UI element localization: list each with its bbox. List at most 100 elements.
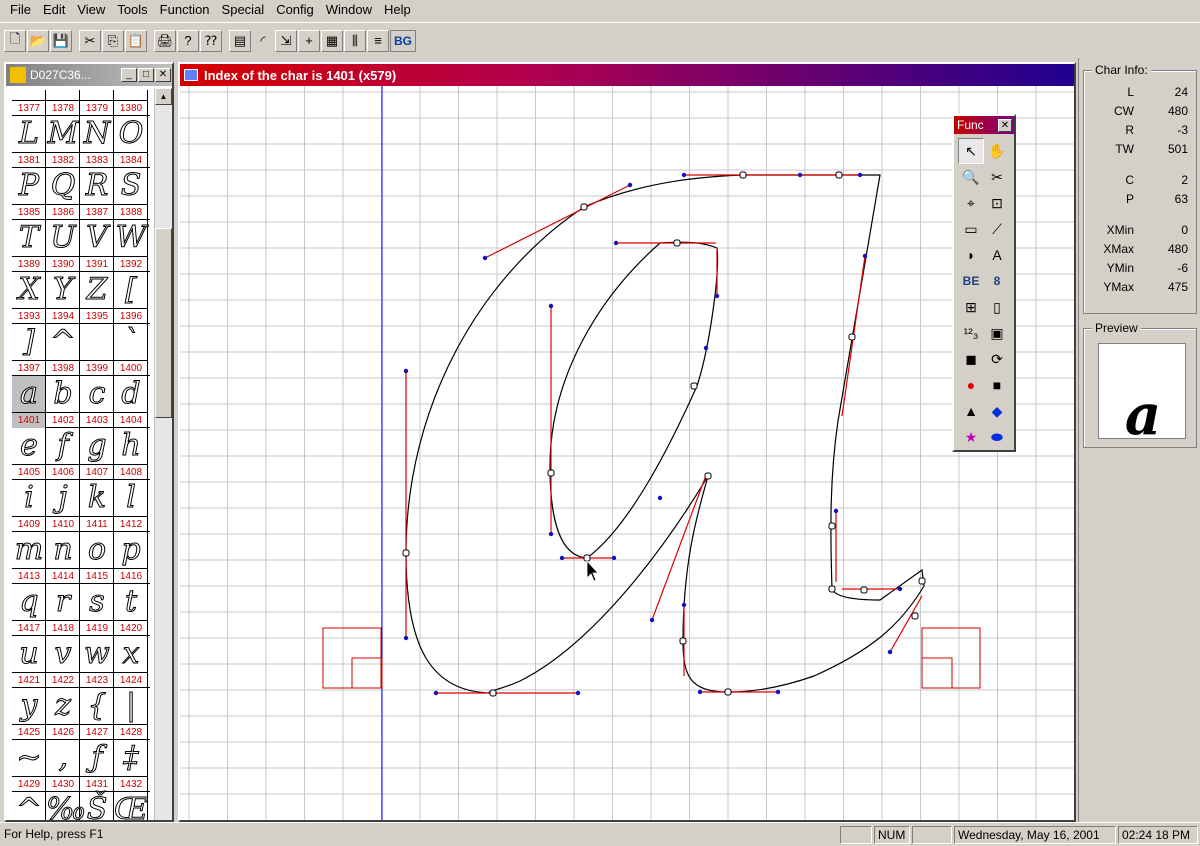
glyph-cell[interactable]: f 1406 xyxy=(46,428,80,480)
glyph-cell[interactable]: y 1425 xyxy=(12,688,46,740)
scroll-thumb[interactable] xyxy=(155,228,172,418)
func-tool-8[interactable]: 8 xyxy=(984,268,1010,294)
copy-icon[interactable]: ⎘ xyxy=(102,29,124,52)
paste-icon[interactable]: 📋 xyxy=(125,29,147,52)
glyph-cell[interactable]: {1427 xyxy=(80,688,114,740)
glyph-cell[interactable]: | 1428 xyxy=(114,688,148,740)
magenta-star-icon[interactable]: ★ xyxy=(958,424,984,450)
editor-titlebar[interactable]: Index of the char is 1401 (x579) xyxy=(180,64,1074,86)
glyph-cell[interactable]: T 1389 xyxy=(12,220,46,272)
blue-ellipse-icon[interactable]: ⬬ xyxy=(984,424,1010,450)
func-palette-titlebar[interactable]: Func ✕ xyxy=(954,116,1014,134)
glyph-cell[interactable]: q 1417 xyxy=(12,584,46,636)
hand-icon[interactable]: ✋ xyxy=(984,138,1010,164)
menu-window[interactable]: Window xyxy=(320,1,378,19)
transform-icon[interactable]: ⇲ xyxy=(275,29,297,52)
add-point-icon[interactable]: ⌖ xyxy=(958,190,984,216)
glyph-cell[interactable]: i 1409 xyxy=(12,480,46,532)
menu-config[interactable]: Config xyxy=(270,1,320,19)
menu-edit[interactable]: Edit xyxy=(37,1,71,19)
glyph-cell[interactable]: ^ 1398 xyxy=(46,324,80,376)
glyph-cell[interactable]: o 1415 xyxy=(80,532,114,584)
func-palette[interactable]: Func ✕ ↖ ✋ 🔍 ✂ ⌖ ⊡ ▭ ⟋ ◗ A BE 8 ⊞ ▯ ¹²₃ ▣ ◼ ⟳ ● ■ ▲ ◆ ★ ⬬ xyxy=(952,114,1016,452)
menu-special[interactable]: Special xyxy=(216,1,271,19)
glyph-cell[interactable]: ] 1397 xyxy=(12,324,46,376)
glyph-cell[interactable]: ‰ xyxy=(46,792,87,820)
help-icon[interactable]: ? xyxy=(177,29,199,52)
red-circle-icon[interactable]: ● xyxy=(958,372,984,398)
glyph-cell[interactable]: v 1422 xyxy=(46,636,80,688)
glyph-cell[interactable]: p 1416 xyxy=(114,532,148,584)
save-icon[interactable]: 💾 xyxy=(50,29,72,52)
glyph-cell[interactable]: r 1418 xyxy=(46,584,80,636)
menu-view[interactable]: View xyxy=(71,1,111,19)
glyph-cell[interactable]: z 1426 xyxy=(46,688,80,740)
curve-icon[interactable]: ◜ xyxy=(252,29,274,52)
glyph-editor-window[interactable]: Index of the char is 1401 (x579) xyxy=(178,62,1076,822)
transform-box-icon[interactable]: ⊡ xyxy=(984,190,1010,216)
glyph-cell[interactable]: 1377 xyxy=(12,90,46,116)
glyph-cell[interactable]: d 1404 xyxy=(114,376,148,428)
black-square-icon[interactable]: ■ xyxy=(984,372,1010,398)
glyph-cell[interactable]: Œ xyxy=(114,792,149,820)
menu-file[interactable]: File xyxy=(4,1,37,19)
knife-icon[interactable]: ⟋ xyxy=(984,216,1010,242)
glyph-cell[interactable]: Š xyxy=(80,792,114,820)
print-icon[interactable]: 🖨 xyxy=(154,29,176,52)
lines-icon[interactable]: ≡ xyxy=(367,29,389,52)
glyph-cell[interactable]: ` 1400 xyxy=(114,324,148,376)
context-help-icon[interactable]: ⁇ xyxy=(200,29,222,52)
glyph-cell[interactable]: O 1384 xyxy=(114,116,148,168)
crosshair-icon[interactable]: + xyxy=(298,29,320,52)
cut-icon[interactable]: ✂ xyxy=(79,29,101,52)
minimize-button[interactable]: _ xyxy=(121,68,137,82)
glyph-cell[interactable]: l 1412 xyxy=(114,480,148,532)
glyph-cell[interactable]: c 1403 xyxy=(80,376,114,428)
glyph-cell[interactable]: j 1410 xyxy=(46,480,80,532)
glyph-cell[interactable]: N 1383 xyxy=(80,116,114,168)
glyph-cell[interactable]: 1380 xyxy=(114,90,148,116)
square-fill-icon[interactable]: ◼ xyxy=(958,346,984,372)
glyph-cell[interactable]: e 1405 xyxy=(12,428,46,480)
ruler-icon[interactable]: ▭ xyxy=(958,216,984,242)
menu-function[interactable]: Function xyxy=(154,1,216,19)
pointer-icon[interactable]: ↖ xyxy=(958,138,984,164)
glyph-cell[interactable]: n 1414 xyxy=(46,532,80,584)
glyph-cell[interactable]: b 1402 xyxy=(46,376,80,428)
glyph-cell[interactable]: ƒ 1431 xyxy=(80,740,114,792)
glyph-cell[interactable]: u 1421 xyxy=(12,636,46,688)
func-close-button[interactable]: ✕ xyxy=(998,118,1012,132)
glyph-cell[interactable]: k 1411 xyxy=(80,480,114,532)
close-button[interactable]: ✕ xyxy=(155,68,171,82)
cut-point-icon[interactable]: ✂ xyxy=(984,164,1010,190)
glyph-cell[interactable]: x 1424 xyxy=(114,636,148,688)
columns-icon[interactable]: ⫼ xyxy=(344,29,366,52)
glyph-cell[interactable]: Q 1386 xyxy=(46,168,80,220)
glyph-cell[interactable]: ^ xyxy=(12,792,46,820)
glyph-list-scrollbar[interactable]: ▲ xyxy=(154,88,172,820)
font-outline-icon[interactable]: A xyxy=(984,242,1010,268)
glyph-cell[interactable]: L 1381 xyxy=(12,116,46,168)
half-circle-icon[interactable]: ◗ xyxy=(958,242,984,268)
menu-help[interactable]: Help xyxy=(378,1,417,19)
blue-diamond-icon[interactable]: ◆ xyxy=(984,398,1010,424)
menu-tools[interactable]: Tools xyxy=(111,1,153,19)
glyph-cell[interactable]: V 1391 xyxy=(80,220,114,272)
new-icon[interactable]: 🗋 xyxy=(4,29,26,52)
glyph-cell[interactable]: 1399 xyxy=(80,324,114,376)
glyph-cell[interactable]: t 1420 xyxy=(114,584,148,636)
glyph-cell[interactable]: U 1390 xyxy=(46,220,80,272)
glyph-canvas[interactable] xyxy=(180,86,1074,820)
glyph-list-window[interactable]: D027C36... _ □ ✕ 1377 1378 1379 1380 L 1381 M 1… xyxy=(4,62,174,822)
maximize-button[interactable]: □ xyxy=(138,68,154,82)
func-tool-be[interactable]: BE xyxy=(958,268,984,294)
glyph-cell[interactable]: Z 1395 xyxy=(80,272,114,324)
properties-icon[interactable]: ▤ xyxy=(229,29,251,52)
rotate-icon[interactable]: ⟳ xyxy=(984,346,1010,372)
grid-icon[interactable]: ▦ xyxy=(321,29,343,52)
glyph-window-titlebar[interactable]: D027C36... _ □ ✕ xyxy=(6,64,172,86)
glyph-cell[interactable]: a 1401 xyxy=(12,376,46,428)
add-glyph-icon[interactable]: ⊞ xyxy=(958,294,984,320)
numbers-icon[interactable]: ¹²₃ xyxy=(958,320,984,346)
glyph-cell[interactable]: R 1387 xyxy=(80,168,114,220)
